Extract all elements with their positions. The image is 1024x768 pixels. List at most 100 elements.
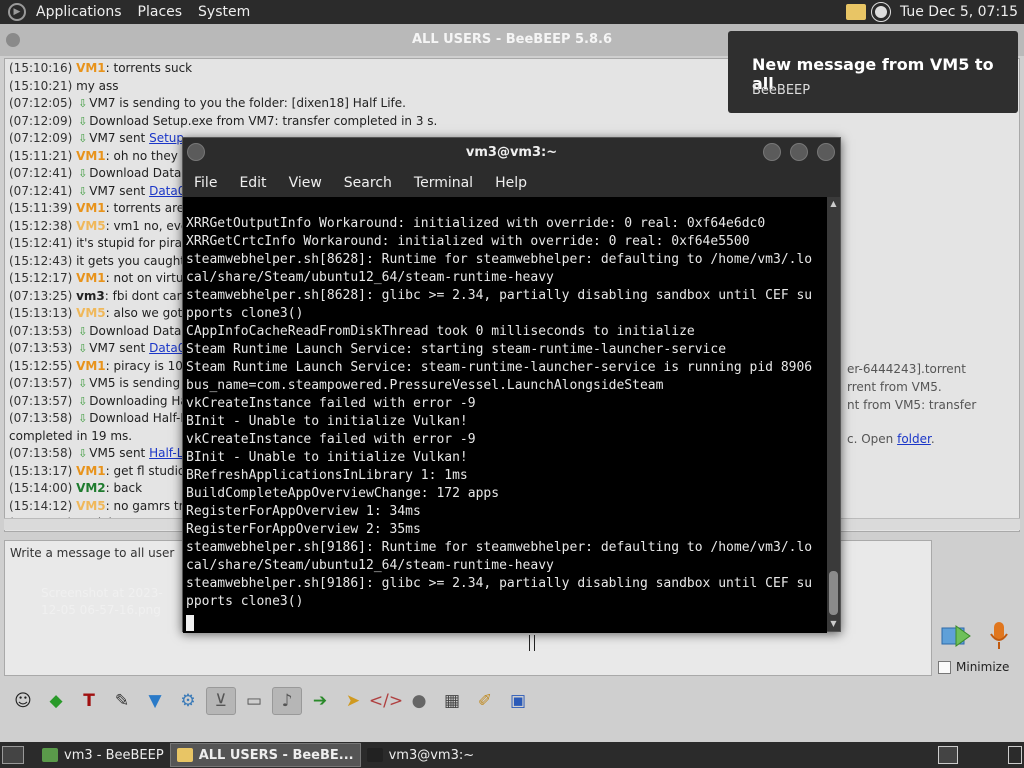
- beebeep-toolbar: ☺ ◆ T ✎ ▼ ⚙ ⊻ ▭ ♪ ➔ ➤ </> ● ▦ ✐ ▣: [8, 686, 533, 716]
- steam-tray-icon[interactable]: [870, 2, 891, 22]
- terminal-menu-terminal[interactable]: Terminal: [403, 175, 484, 191]
- message-text: Download Half-L: [89, 411, 188, 425]
- message-user[interactable]: VM1: [76, 149, 106, 163]
- send-button[interactable]: [940, 622, 972, 650]
- window-close-icon[interactable]: [6, 33, 20, 47]
- top-panel: ▶ Applications Places System Tue Dec 5, …: [0, 0, 1024, 24]
- save-icon[interactable]: ▣: [503, 687, 533, 715]
- message-user[interactable]: VM5: [76, 306, 106, 320]
- filter-icon[interactable]: ▼: [140, 687, 170, 715]
- message-text: Download Data0: [89, 166, 190, 180]
- message-user[interactable]: VM1: [76, 201, 106, 215]
- message-timestamp: (07:13:57): [9, 393, 77, 408]
- applications-menu[interactable]: Applications: [28, 0, 130, 24]
- minimize-checkbox[interactable]: Minimize: [938, 660, 1009, 674]
- buzz-icon[interactable]: ◆: [41, 687, 71, 715]
- top-menu: ▶ Applications Places System: [0, 0, 258, 24]
- maximize-window-icon[interactable]: [790, 143, 808, 161]
- chat-message: (15:10:21) my ass: [9, 77, 119, 95]
- beebeep-tray-icon[interactable]: [845, 4, 866, 20]
- clock[interactable]: Tue Dec 5, 07:15: [900, 4, 1018, 20]
- places-menu[interactable]: Places: [130, 0, 191, 24]
- system-menu[interactable]: System: [190, 0, 258, 24]
- message-user[interactable]: VM2: [76, 481, 106, 495]
- message-text: VM5 is sending to: [89, 376, 196, 390]
- workspace-switcher-1[interactable]: [938, 746, 958, 764]
- message-user[interactable]: VM5: [76, 499, 106, 513]
- message-user[interactable]: VM5: [76, 219, 106, 233]
- terminal-menu-search[interactable]: Search: [333, 175, 403, 191]
- scrollbar-thumb[interactable]: [829, 571, 838, 615]
- message-user[interactable]: VM1: [76, 271, 106, 285]
- terminal-line: cal/share/Steam/ubuntu12_64/steam-runtim…: [186, 558, 554, 573]
- code-icon[interactable]: </>: [369, 687, 403, 715]
- message-user[interactable]: VM1: [76, 359, 106, 373]
- message-timestamp: (07:12:41): [9, 166, 77, 180]
- chat-message-tail: nt from VM5: transfer: [847, 398, 976, 412]
- open-folder-link[interactable]: folder: [897, 432, 931, 446]
- show-desktop-button[interactable]: [2, 746, 24, 764]
- message-timestamp: (15:12:38): [9, 218, 77, 233]
- taskbar-item[interactable]: ALL USERS - BeeBE...: [169, 743, 361, 767]
- chat-message: (07:13:58) ⇩ VM5 sent Half-L: [9, 444, 183, 462]
- minimize-checkbox-box[interactable]: [938, 660, 951, 674]
- send-folder-icon[interactable]: ➤: [338, 687, 368, 715]
- message-user[interactable]: vm3: [76, 289, 105, 303]
- word-complete-icon[interactable]: ♪: [272, 687, 302, 715]
- chat-message: (07:13:25) vm3: fbi dont care lo: [9, 287, 203, 305]
- chat-message: (15:10:16) VM1: torrents suck: [9, 59, 192, 77]
- taskbar-item[interactable]: vm3@vm3:~: [361, 743, 481, 767]
- compact-view-icon[interactable]: ⊻: [206, 687, 236, 715]
- terminal-line: vkCreateInstance failed with error -9: [186, 396, 476, 411]
- message-user[interactable]: VM1: [76, 464, 106, 478]
- close-window-icon[interactable]: [817, 143, 835, 161]
- text-cursor-icon: [529, 635, 535, 651]
- emoticon-icon[interactable]: ☺: [8, 687, 38, 715]
- terminal-output[interactable]: XRRGetOutputInfo Workaround: initialized…: [183, 197, 827, 633]
- voice-message-button[interactable]: [988, 620, 1010, 652]
- distro-logo-icon[interactable]: ▶: [8, 3, 26, 21]
- scroll-down-icon[interactable]: ▼: [829, 619, 838, 629]
- file-transfer-icon: ⇩: [78, 114, 88, 128]
- spell-check-icon[interactable]: ▭: [239, 687, 269, 715]
- terminal-scrollbar[interactable]: ▲ ▼: [827, 197, 840, 631]
- chat-message: (07:13:57) ⇩ Downloading Ha: [9, 392, 188, 410]
- message-timestamp: (15:12:41): [9, 236, 77, 250]
- settings-icon[interactable]: ⚙: [173, 687, 203, 715]
- chat-message: (07:13:53) ⇩ Download Data0: [9, 322, 189, 340]
- message-text: : torrents suck: [105, 61, 193, 75]
- taskbar-item[interactable]: vm3 - BeeBEEP: [36, 743, 170, 767]
- terminal-line: Steam Runtime Launch Service: starting s…: [186, 342, 727, 357]
- message-timestamp: (15:12:55): [9, 358, 77, 373]
- terminal-menu-file[interactable]: File: [183, 175, 228, 191]
- terminal-menu-edit[interactable]: Edit: [228, 175, 277, 191]
- terminal-line: CAppInfoCacheReadFromDiskThread took 0 m…: [186, 324, 695, 339]
- chat-message: (07:12:09) ⇩ VM7 sent Setup.: [9, 129, 188, 147]
- message-user[interactable]: VM1: [76, 61, 106, 75]
- message-timestamp: (07:12:09): [9, 113, 77, 128]
- chat-message: (15:11:39) VM1: torrents are go: [9, 199, 203, 217]
- chat-message: (07:12:41) ⇩ VM7 sent Data02: [9, 182, 193, 200]
- terminal-titlebar[interactable]: vm3@vm3:~: [183, 138, 840, 168]
- edit-icon[interactable]: ✐: [470, 687, 500, 715]
- notification-popup[interactable]: New message from VM5 to all BeeBEEP: [728, 31, 1018, 113]
- record-icon[interactable]: ●: [404, 687, 434, 715]
- screenshot-icon[interactable]: ▦: [437, 687, 467, 715]
- task-icon: [176, 748, 193, 762]
- chat-message: (15:14:00) VM2: back: [9, 479, 142, 497]
- send-file-icon[interactable]: ➔: [305, 687, 335, 715]
- message-text: : back: [105, 481, 143, 495]
- message-text: rrent from VM5.: [847, 380, 942, 394]
- scroll-up-icon[interactable]: ▲: [829, 199, 838, 209]
- terminal-menu-help[interactable]: Help: [484, 175, 538, 191]
- file-link[interactable]: Half-L: [149, 446, 183, 460]
- message-text: Download Setup.exe from VM7: transfer co…: [89, 113, 438, 128]
- workspace-switcher-2[interactable]: [1008, 746, 1022, 764]
- bottom-panel: vm3 - BeeBEEP ALL USERS - BeeBE... vm3@vm3…: [0, 742, 1024, 768]
- color-icon[interactable]: ✎: [107, 687, 137, 715]
- font-icon[interactable]: T: [74, 687, 104, 715]
- window-menu-icon[interactable]: [187, 143, 205, 161]
- file-transfer-icon: ⇩: [78, 447, 88, 460]
- terminal-menu-view[interactable]: View: [278, 175, 333, 191]
- minimize-window-icon[interactable]: [763, 143, 781, 161]
